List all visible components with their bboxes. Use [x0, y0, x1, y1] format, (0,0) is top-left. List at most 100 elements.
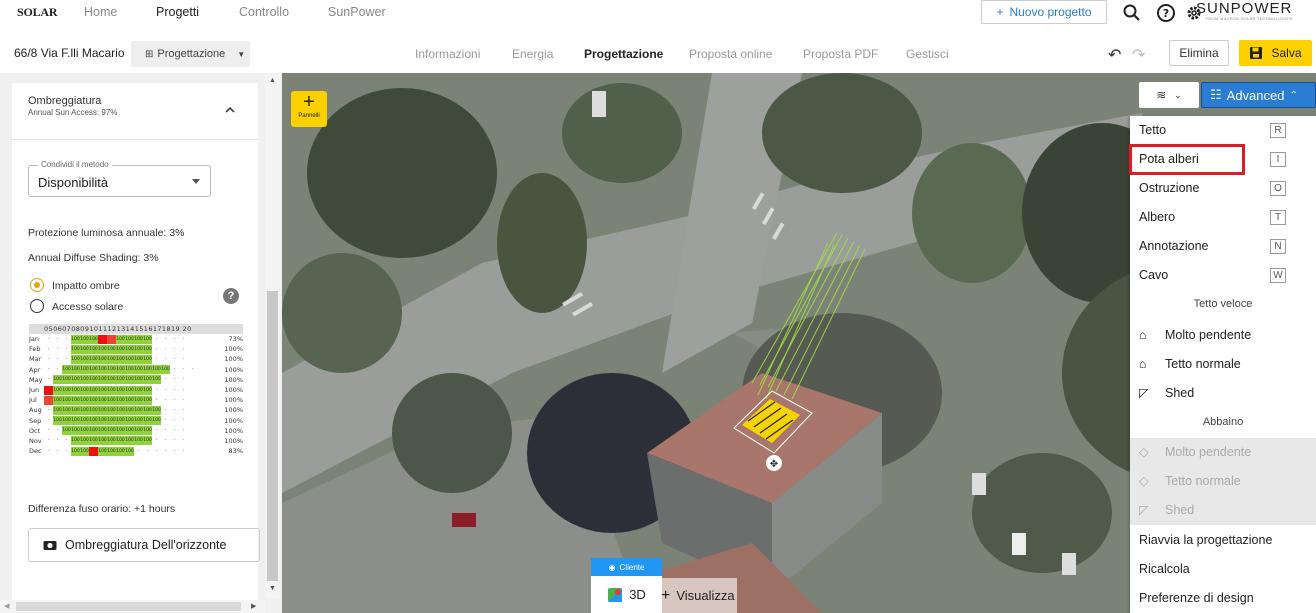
grid-cell: 100	[134, 375, 143, 385]
layers-dropdown[interactable]: ≋ ⌄	[1139, 82, 1199, 108]
grid-cell: 100	[80, 385, 89, 395]
add-panels-button[interactable]: + Pannelli	[291, 91, 327, 127]
menu-item-albero[interactable]: Albero T	[1130, 203, 1316, 232]
grid-cell: 100	[125, 446, 134, 456]
help-icon[interactable]: ?	[223, 288, 239, 304]
month-percent: 100%	[224, 406, 243, 415]
grid-cell: -	[173, 418, 176, 424]
month-label: Feb	[29, 345, 41, 354]
grid-cell: 100	[125, 334, 134, 344]
brand-tagline: FROM MAXEON SOLAR TECHNOLOGIES	[1205, 16, 1293, 21]
grid-cells: 100 100 100 100 100 100 100 100 100 100 100- - - -	[44, 385, 224, 395]
redo-icon[interactable]: ↷	[1132, 45, 1145, 65]
chevron-up-icon[interactable]	[225, 105, 235, 115]
grid-cell: 100	[53, 416, 62, 426]
menu-item-ostruzione[interactable]: Ostruzione O	[1130, 174, 1316, 203]
visualize-button[interactable]: + Visualizza	[657, 578, 737, 613]
tab-proposta-pdf[interactable]: Proposta PDF	[803, 47, 878, 61]
menu-item-design-preferences[interactable]: Preferenze di design	[1130, 584, 1316, 613]
undo-icon[interactable]: ↶	[1108, 45, 1121, 65]
method-select[interactable]: Condividi il metodo Disponibilità	[28, 160, 211, 197]
menu-item-label: Ricalcola	[1139, 562, 1190, 576]
scroll-down-arrow-icon[interactable]: ▼	[269, 585, 276, 592]
advanced-dropdown-button[interactable]: ☷ Advanced ⌃	[1201, 82, 1316, 108]
grid-cell: -	[47, 367, 50, 373]
tab-energia[interactable]: Energia	[512, 47, 553, 61]
menu-item-restart-design[interactable]: Riavvia la progettazione	[1130, 526, 1316, 555]
grid-cell: 100	[80, 395, 89, 405]
normal-roof-icon: ⌂	[1139, 357, 1147, 372]
map-pin-icon	[608, 587, 623, 602]
panel-horizontal-scrollbar[interactable]: ◀ ▶	[0, 600, 265, 613]
menu-item-fast-roof-shed[interactable]: ◸ Shed	[1130, 379, 1316, 408]
view-toggle[interactable]: ◉ Cliente 3D	[591, 558, 662, 613]
shortcut-key: T	[1270, 210, 1286, 225]
menu-item-annotazione[interactable]: Annotazione N	[1130, 232, 1316, 261]
nav-controllo[interactable]: Controllo	[239, 5, 289, 19]
nav-sunpower[interactable]: SunPower	[328, 5, 386, 19]
mode-dropdown[interactable]: ⊞ Progettazione ▼	[131, 41, 250, 67]
radio-shade-impact[interactable]	[30, 278, 44, 292]
menu-item-pota-alberi[interactable]: Pota alberi	[1129, 144, 1245, 175]
grid-cell: 100	[152, 405, 161, 415]
tab-gestisci[interactable]: Gestisci	[906, 47, 949, 61]
grid-cell: 100	[80, 405, 89, 415]
grid-row-jun: Jun 100 100 100 100 100 100 100 100 100 100 100- - - -…	[29, 385, 243, 395]
grid-cell: -	[173, 397, 176, 403]
grid-cell: 100	[134, 354, 143, 364]
horizon-shading-button[interactable]: Ombreggiatura Dell'orizzonte	[28, 528, 260, 562]
save-button[interactable]: Salva	[1239, 40, 1312, 66]
nav-home[interactable]: Home	[84, 5, 117, 19]
scroll-left-arrow-icon[interactable]: ◀	[4, 602, 9, 610]
grid-cell: 100	[80, 344, 89, 354]
view-3d-button[interactable]: 3D	[591, 576, 662, 613]
grid-cell: -	[164, 397, 167, 403]
radio-solar-access[interactable]	[30, 299, 44, 313]
tab-progettazione[interactable]: Progettazione	[584, 47, 663, 61]
delete-button[interactable]: Elimina	[1169, 40, 1229, 66]
menu-item-cavo[interactable]: Cavo W	[1130, 261, 1316, 290]
month-percent: 100%	[224, 375, 243, 384]
client-badge-label: Cliente	[619, 562, 645, 572]
grid-cell: -	[164, 407, 167, 413]
month-label: Jun	[29, 386, 40, 395]
grid-cell: -	[56, 356, 59, 362]
shortcut-key: N	[1270, 239, 1286, 254]
grid-row-dec: Dec - - -100 100 100 100 100 100- - - - - -83%	[29, 446, 243, 456]
hscrollbar-thumb[interactable]	[16, 602, 241, 611]
grid-cell: 100	[134, 436, 143, 446]
solar-logo[interactable]: SOLAR	[17, 5, 58, 20]
new-project-label: Nuovo progetto	[1009, 5, 1092, 19]
grid-cell: -	[47, 356, 50, 362]
panel-vertical-scrollbar[interactable]: ▲ ▼	[265, 73, 280, 598]
grid-cell: 100	[116, 344, 125, 354]
grid-cell: -	[65, 356, 68, 362]
tab-informazioni[interactable]: Informazioni	[415, 47, 480, 61]
layers-icon: ≋	[1156, 88, 1167, 102]
scroll-up-arrow-icon[interactable]: ▲	[269, 77, 276, 84]
menu-item-fast-roof-normal[interactable]: ⌂ Tetto normale	[1130, 350, 1316, 379]
month-percent: 83%	[228, 447, 243, 456]
aerial-3d-map-view[interactable]: ✥ + Pannelli ≋ ⌄ ☷ Advanced ⌃ Tetto R Pot…	[282, 73, 1316, 613]
menu-item-tetto[interactable]: Tetto R	[1130, 116, 1316, 145]
grid-cell: 100	[143, 395, 152, 405]
grid-cell: 100	[107, 405, 116, 415]
grid-cell: 100	[116, 385, 125, 395]
nav-progetti[interactable]: Progetti	[156, 5, 199, 19]
grid-cell: 100	[116, 436, 125, 446]
grid-cell: 100	[71, 365, 80, 375]
scrollbar-thumb[interactable]	[267, 291, 278, 581]
menu-item-recalculate[interactable]: Ricalcola	[1130, 555, 1316, 584]
scroll-right-arrow-icon[interactable]: ▶	[251, 602, 256, 610]
tab-proposta-online[interactable]: Proposta online	[689, 47, 772, 61]
view-3d-label: 3D	[629, 587, 646, 602]
horizon-shading-label: Ombreggiatura Dell'orizzonte	[65, 538, 227, 552]
grid-row-sep: Sep -100 100 100 100 100 100 100 100 100 100 100 100…	[29, 416, 243, 426]
menu-item-fast-roof-steep[interactable]: ⌂ Molto pendente	[1130, 321, 1316, 350]
grid-cell: 100	[134, 365, 143, 375]
grid-cell: 100	[71, 416, 80, 426]
top-navigation: SOLAR Home Progetti Controllo SunPower +…	[0, 0, 1316, 26]
search-icon[interactable]	[1122, 3, 1142, 23]
new-project-button[interactable]: + Nuovo progetto	[981, 0, 1107, 24]
help-circle-icon[interactable]: ?	[1156, 3, 1176, 23]
